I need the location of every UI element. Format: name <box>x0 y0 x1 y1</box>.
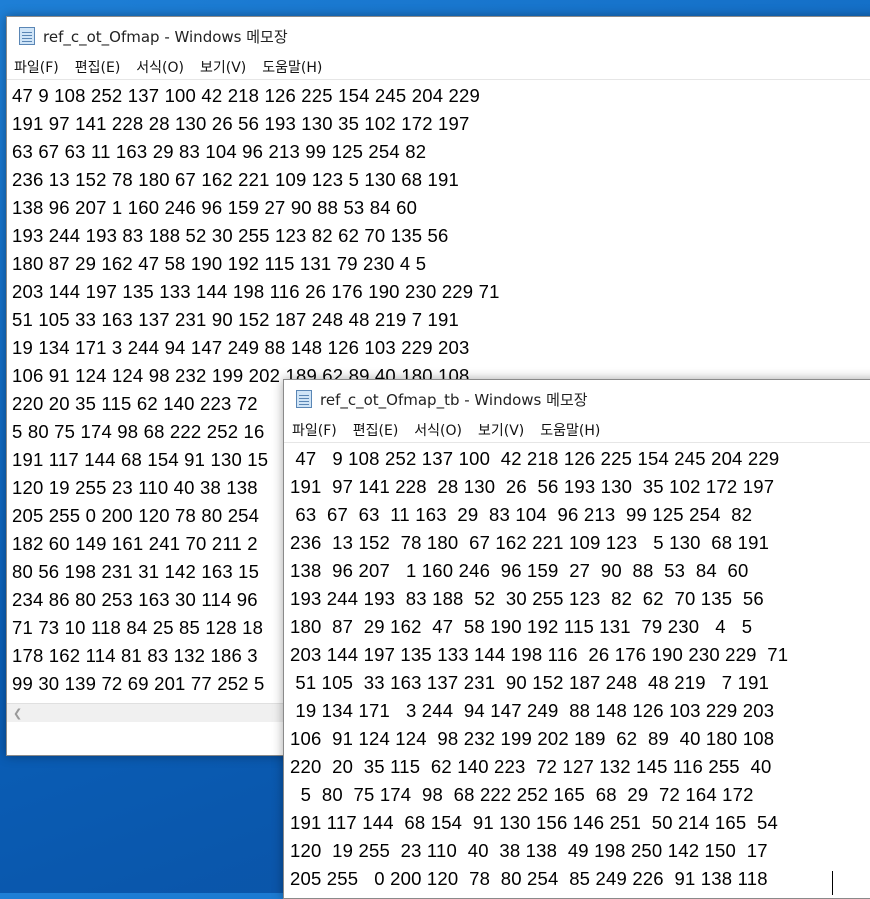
text-line: 193 244 193 83 188 52 30 255 123 82 62 7… <box>12 225 449 246</box>
text-line: 191 97 141 228 28 130 26 56 193 130 35 1… <box>12 113 470 134</box>
text-editor[interactable]: 47 9 108 252 137 100 42 218 126 225 154 … <box>284 443 870 895</box>
text-line: 51 105 33 163 137 231 90 152 187 248 48 … <box>290 672 770 693</box>
text-line: 203 144 197 135 133 144 198 116 26 176 1… <box>290 644 789 665</box>
text-line: 180 87 29 162 47 58 190 192 115 131 79 2… <box>12 253 427 274</box>
text-line: 203 144 197 135 133 144 198 116 26 176 1… <box>12 281 500 302</box>
text-line: 191 117 144 68 154 91 130 156 146 251 50… <box>290 812 778 833</box>
text-line: 19 134 171 3 244 94 147 249 88 148 126 1… <box>12 337 470 358</box>
notepad-window-front[interactable]: ref_c_ot_Ofmap_tb - Windows 메모장 파일(F) 편집… <box>283 379 870 899</box>
notepad-icon <box>296 390 312 408</box>
text-line: 63 67 63 11 163 29 83 104 96 213 99 125 … <box>12 141 427 162</box>
text-line: 205 255 0 200 120 78 80 254 85 249 226 9… <box>290 868 768 889</box>
menu-edit[interactable]: 편집(E) <box>67 57 129 77</box>
menu-view[interactable]: 보기(V) <box>470 420 532 440</box>
menu-view[interactable]: 보기(V) <box>192 57 254 77</box>
menu-help[interactable]: 도움말(H) <box>254 57 330 77</box>
text-line: 106 91 124 124 98 232 199 202 189 62 89 … <box>290 728 775 749</box>
title-bar[interactable]: ref_c_ot_Ofmap - Windows 메모장 <box>7 17 870 55</box>
text-line: 5 80 75 174 98 68 222 252 165 68 29 72 1… <box>290 784 754 805</box>
notepad-icon <box>19 27 35 45</box>
text-line: 138 96 207 1 160 246 96 159 27 90 88 53 … <box>12 197 418 218</box>
menu-file[interactable]: 파일(F) <box>284 420 345 440</box>
window-title: ref_c_ot_Ofmap - Windows 메모장 <box>43 27 288 46</box>
menu-edit[interactable]: 편집(E) <box>345 420 407 440</box>
text-line: 236 13 152 78 180 67 162 221 109 123 5 1… <box>290 532 770 553</box>
text-line: 47 9 108 252 137 100 42 218 126 225 154 … <box>12 85 480 106</box>
text-line: 19 134 171 3 244 94 147 249 88 148 126 1… <box>290 700 775 721</box>
text-line: 193 244 193 83 188 52 30 255 123 82 62 7… <box>290 588 764 609</box>
menu-format[interactable]: 서식(O) <box>406 420 470 440</box>
text-line: 51 105 33 163 137 231 90 152 187 248 48 … <box>12 309 460 330</box>
menu-bar: 파일(F) 편집(E) 서식(O) 보기(V) 도움말(H) <box>284 418 870 443</box>
text-line: 236 13 152 78 180 67 162 221 109 123 5 1… <box>12 169 460 190</box>
scroll-left-icon[interactable]: ❮ <box>13 707 22 720</box>
menu-help[interactable]: 도움말(H) <box>532 420 608 440</box>
menu-bar: 파일(F) 편집(E) 서식(O) 보기(V) 도움말(H) <box>7 55 870 80</box>
text-line: 191 97 141 228 28 130 26 56 193 130 35 1… <box>290 476 775 497</box>
menu-file[interactable]: 파일(F) <box>7 57 67 77</box>
text-line: 138 96 207 1 160 246 96 159 27 90 88 53 … <box>290 560 749 581</box>
title-bar[interactable]: ref_c_ot_Ofmap_tb - Windows 메모장 <box>284 380 870 418</box>
text-line: 180 87 29 162 47 58 190 192 115 131 79 2… <box>290 616 753 637</box>
text-line: 47 9 108 252 137 100 42 218 126 225 154 … <box>290 448 780 469</box>
text-caret <box>832 871 833 895</box>
text-line: 120 19 255 23 110 40 38 138 49 198 250 1… <box>290 840 768 861</box>
text-line: 63 67 63 11 163 29 83 104 96 213 99 125 … <box>290 504 753 525</box>
text-line: 220 20 35 115 62 140 223 72 127 132 145 … <box>290 756 772 777</box>
menu-format[interactable]: 서식(O) <box>128 57 192 77</box>
window-title: ref_c_ot_Ofmap_tb - Windows 메모장 <box>320 390 588 409</box>
